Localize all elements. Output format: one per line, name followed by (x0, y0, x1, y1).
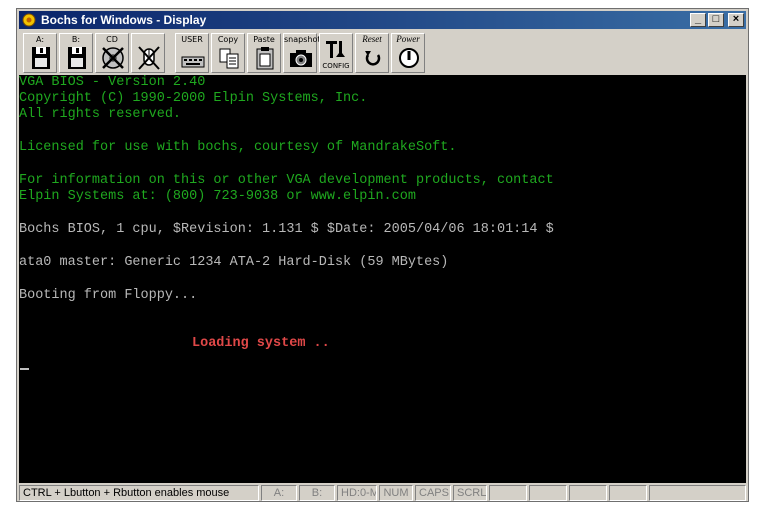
status-caps: CAPS (415, 485, 451, 501)
power-icon (399, 48, 419, 68)
reset-button[interactable]: Reset (355, 33, 389, 73)
keyboard-icon (181, 56, 205, 68)
emulator-display[interactable]: VGA BIOS - Version 2.40 Copyright (C) 19… (19, 75, 746, 483)
info-line-2: Elpin Systems at: (800) 723-9038 or www.… (19, 189, 416, 204)
status-num: NUM (379, 485, 413, 501)
text-cursor (20, 368, 29, 370)
paste-icon (256, 47, 274, 70)
window-title: Bochs for Windows - Display (41, 13, 207, 27)
bios-version-line: VGA BIOS - Version 2.40 (19, 75, 206, 90)
status-panel-empty-3 (569, 485, 607, 501)
cdrom-button[interactable]: CD (95, 33, 129, 73)
floppy-b-button[interactable]: B: (59, 33, 93, 73)
paste-button[interactable]: Paste (247, 33, 281, 73)
config-label: CONFIG (322, 62, 350, 70)
mouse-button[interactable] (131, 33, 165, 73)
bios-rights-line: All rights reserved. (19, 107, 182, 122)
status-bar: CTRL + Lbutton + Rbutton enables mouse A… (19, 485, 746, 501)
loading-system-line: Loading system .. (192, 336, 330, 351)
bochs-window: Bochs for Windows - Display _ □ × A: B: … (16, 8, 749, 502)
status-message: CTRL + Lbutton + Rbutton enables mouse (19, 485, 259, 501)
status-hd: HD:0-M (337, 485, 377, 501)
reset-icon (365, 51, 381, 66)
title-bar[interactable]: Bochs for Windows - Display _ □ × (19, 11, 746, 29)
status-panel-empty-4 (609, 485, 647, 501)
bochs-bios-line: Bochs BIOS, 1 cpu, $Revision: 1.131 $ $D… (19, 222, 554, 237)
status-floppy-b: B: (299, 485, 335, 501)
snapshot-button[interactable]: snapshot (283, 33, 321, 73)
status-panel-empty-2 (529, 485, 567, 501)
config-icon (326, 41, 345, 58)
bochs-app-icon (22, 13, 36, 27)
close-button[interactable]: × (728, 13, 744, 27)
user-button[interactable]: USER (175, 33, 209, 73)
floppy-a-button[interactable]: A: (23, 33, 57, 73)
boot-line: Booting from Floppy... (19, 288, 198, 303)
floppy-b-icon (68, 47, 86, 69)
config-button[interactable]: CONFIG (319, 33, 353, 73)
status-floppy-a: A: (261, 485, 297, 501)
status-scrl: SCRL (453, 485, 487, 501)
copy-icon (219, 48, 239, 69)
status-panel-empty-1 (489, 485, 527, 501)
minimize-icon: _ (694, 13, 702, 25)
toolbar: A: B: CD USER Copy Paste snapshot CONFIG… (19, 31, 746, 75)
ata-device-line: ata0 master: Generic 1234 ATA-2 Hard-Dis… (19, 255, 449, 270)
license-line: Licensed for use with bochs, courtesy of… (19, 140, 457, 155)
close-icon: × (732, 13, 740, 25)
bios-copyright-line: Copyright (C) 1990-2000 Elpin Systems, I… (19, 91, 368, 106)
maximize-icon: □ (712, 13, 720, 25)
power-button[interactable]: Power (391, 33, 425, 73)
minimize-button[interactable]: _ (690, 13, 706, 27)
status-panel-empty-5 (649, 485, 746, 501)
mouse-icon (138, 46, 160, 70)
cdrom-icon (102, 47, 124, 69)
camera-icon (290, 50, 312, 67)
info-line-1: For information on this or other VGA dev… (19, 173, 554, 188)
maximize-button[interactable]: □ (708, 13, 724, 27)
floppy-a-icon (32, 47, 50, 69)
copy-button[interactable]: Copy (211, 33, 245, 73)
